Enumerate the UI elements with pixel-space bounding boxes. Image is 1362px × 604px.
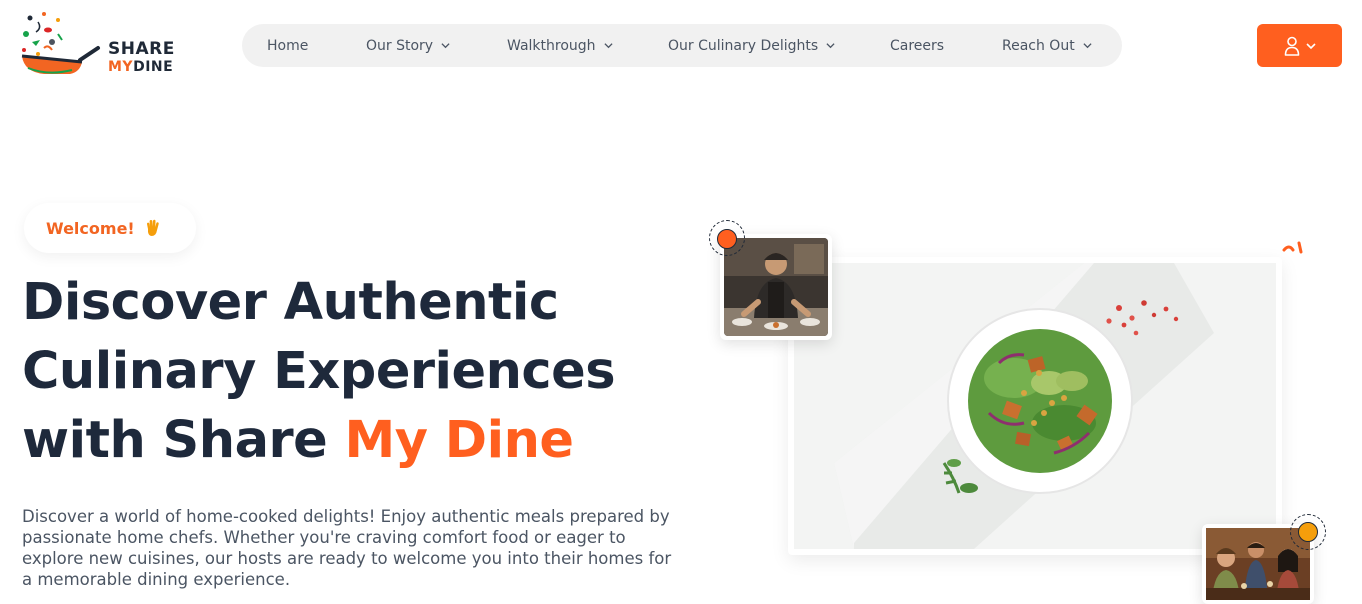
hero-headline: Discover Authentic Culinary Experiences … bbox=[22, 268, 682, 475]
decorative-squiggle-icon bbox=[1282, 241, 1303, 254]
headline-accent: My Dine bbox=[344, 411, 574, 470]
chevron-down-icon bbox=[1083, 43, 1092, 49]
headline-line-3-prefix: with Share bbox=[22, 411, 345, 470]
welcome-text: Welcome! bbox=[46, 218, 135, 238]
hero-description: Discover a world of home-cooked delights… bbox=[22, 507, 672, 589]
chef-illustration bbox=[724, 238, 828, 336]
nav-item-careers[interactable]: Careers bbox=[890, 24, 944, 67]
nav-item-label: Home bbox=[267, 37, 309, 54]
chevron-down-icon bbox=[1305, 42, 1316, 49]
brand-logo[interactable]: SHARE MYDINE bbox=[18, 10, 178, 82]
chevron-down-icon bbox=[441, 43, 450, 49]
nav-item-walkthrough[interactable]: Walkthrough bbox=[507, 24, 613, 67]
nav-item-label: Walkthrough bbox=[507, 37, 596, 54]
brand-name: SHARE MYDINE bbox=[108, 40, 175, 76]
headline-line-2: Culinary Experiences bbox=[22, 342, 616, 401]
nav-item-reach-out[interactable]: Reach Out bbox=[1002, 24, 1092, 67]
account-menu-button[interactable] bbox=[1257, 24, 1342, 67]
main-nav: Home Our Story Walkthrough Our Culinary … bbox=[242, 24, 1122, 67]
waving-hand-icon bbox=[146, 219, 159, 236]
brand-line2-accent: MY bbox=[108, 59, 134, 75]
chevron-down-icon bbox=[826, 43, 835, 49]
nav-item-home[interactable]: Home bbox=[267, 24, 308, 67]
nav-item-label: Our Culinary Delights bbox=[668, 37, 819, 54]
nav-item-label: Our Story bbox=[366, 37, 434, 54]
salad-bowl-image bbox=[788, 257, 1282, 555]
nav-item-our-story[interactable]: Our Story bbox=[366, 24, 450, 67]
brand-line1: SHARE bbox=[108, 39, 175, 59]
logo-pan-icon bbox=[21, 12, 100, 74]
welcome-badge: Welcome! bbox=[24, 203, 196, 253]
decorative-dot-orange bbox=[717, 229, 737, 249]
nav-item-label: Careers bbox=[890, 37, 945, 54]
headline-line-3: with Share My Dine bbox=[22, 406, 682, 475]
headline-line-1: Discover Authentic bbox=[22, 273, 559, 332]
nav-item-our-culinary-delights[interactable]: Our Culinary Delights bbox=[668, 24, 835, 67]
chevron-down-icon bbox=[603, 43, 613, 49]
user-icon bbox=[1284, 36, 1299, 56]
decorative-dot-yellow bbox=[1298, 522, 1318, 542]
brand-line2: MYDINE bbox=[108, 58, 175, 76]
salad-bowl-illustration bbox=[794, 263, 1276, 549]
nav-item-label: Reach Out bbox=[1002, 37, 1075, 54]
brand-line2-rest: DINE bbox=[133, 59, 174, 75]
